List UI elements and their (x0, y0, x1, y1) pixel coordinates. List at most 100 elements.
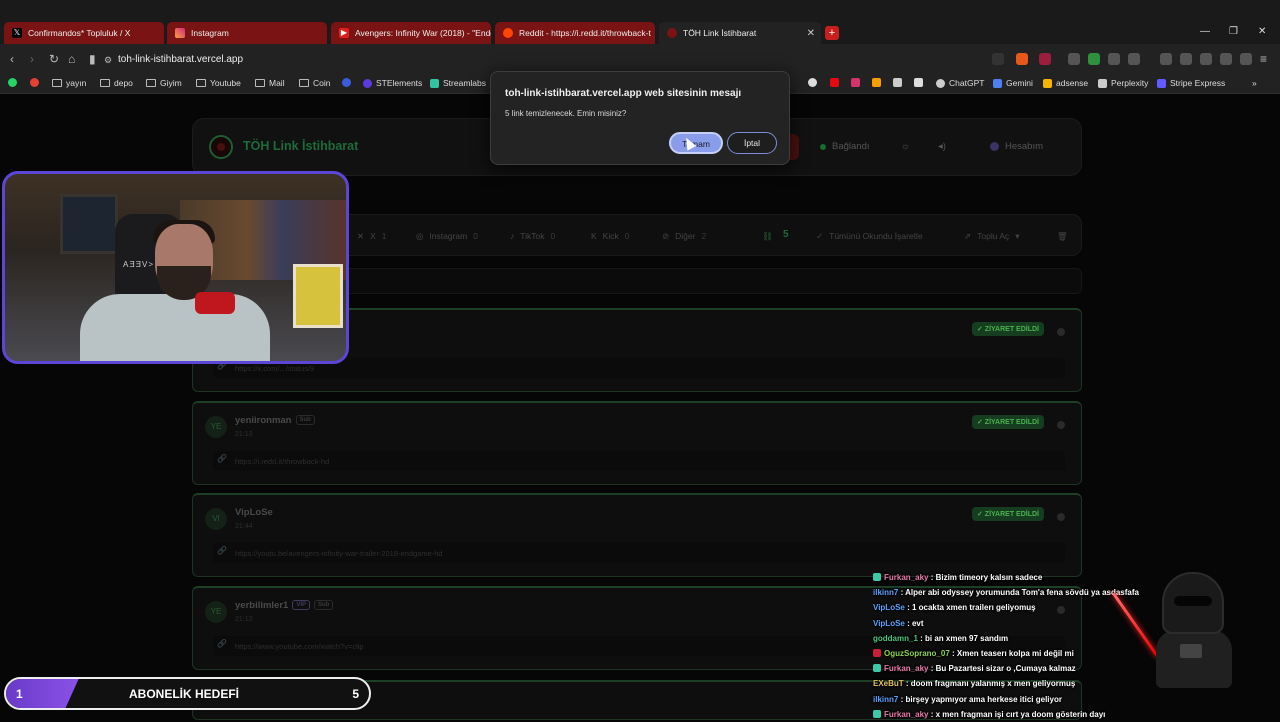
button-label: Toplu Aç (977, 231, 1010, 241)
bookmark-stelements[interactable]: STElements (363, 78, 422, 88)
bookmark-stripe[interactable]: Stripe Express (1157, 78, 1225, 88)
maximize-icon[interactable]: ❐ (1229, 26, 1238, 37)
status-dot-icon (820, 143, 826, 150)
bookmark-gemini[interactable]: Gemini (993, 78, 1033, 88)
more-bookmarks-icon[interactable]: » (1252, 78, 1257, 88)
bookmark-folder[interactable]: Coin (299, 78, 330, 88)
filter-label: Instagram (429, 231, 468, 241)
extension-icon[interactable] (1068, 53, 1080, 65)
cancel-button[interactable]: İptal (727, 132, 777, 154)
site-info-icon[interactable]: ⚙ (104, 55, 112, 66)
new-tab-button[interactable]: + (825, 26, 839, 40)
vpn-icon[interactable] (1240, 53, 1252, 65)
stelements-icon (363, 78, 372, 88)
back-icon[interactable]: ‹ (10, 52, 14, 66)
tab-x[interactable]: 𝕏 Confirmandos* Topluluk / X (4, 22, 164, 44)
forward-icon[interactable]: › (30, 52, 34, 66)
account-button[interactable]: Hesabım (990, 141, 1043, 152)
close-tab-icon[interactable]: ✕ (807, 28, 815, 39)
bookmark-icon-only[interactable] (872, 78, 881, 87)
filter-count: 0 (550, 231, 556, 241)
dismiss-icon[interactable] (1057, 328, 1065, 336)
link-url[interactable]: https://youtu.be/avengers-infinity-war-t… (213, 543, 1065, 563)
bookmark-adsense[interactable]: adsense (1043, 78, 1088, 88)
brave-shield-icon[interactable] (1016, 53, 1028, 65)
link-card[interactable]: VI VipLoSe 21:44 ✓ ZİYARET EDİLDİ https:… (192, 493, 1082, 577)
home-icon[interactable]: ⌂ (68, 52, 75, 66)
bookmark-folder[interactable]: depo (100, 78, 133, 88)
filter-tiktok[interactable]: ♪ TikTok 0 (510, 231, 555, 241)
extension-icon[interactable] (1088, 53, 1100, 65)
brand-title: TÖH Link İstihbarat (243, 139, 359, 153)
bookmark-label: depo (114, 78, 133, 88)
theme-toggle-icon[interactable]: ☼ (901, 141, 910, 152)
mark-all-read-button[interactable]: ✓ Tümünü Okundu İşaretle (816, 231, 923, 242)
bookmark-folder[interactable]: Giyim (146, 78, 182, 88)
filter-x[interactable]: ✕ X 1 (357, 231, 387, 242)
sound-icon[interactable]: ◂) (938, 141, 946, 152)
minimize-icon[interactable]: — (1200, 26, 1210, 37)
bookmark-r[interactable] (342, 78, 351, 87)
bookmark-icon-only[interactable] (830, 78, 839, 87)
perplexity-icon (1098, 78, 1107, 88)
filter-label: TikTok (520, 231, 545, 241)
chat-username: OguzSoprano_07 (884, 649, 950, 659)
bulk-open-button[interactable]: ⇗ Toplu Aç ▾ (964, 231, 1020, 242)
bookmark-app-icon (872, 78, 881, 87)
x-logo-icon: 𝕏 (12, 28, 22, 38)
sidebar-icon[interactable] (1180, 53, 1192, 65)
card-username: yeniironman Sub (235, 415, 315, 426)
google-icon (30, 78, 39, 87)
username: yerbilimler1 (235, 600, 289, 611)
filter-other[interactable]: ⊘ Diğer 2 (662, 231, 706, 242)
chrome-bookmark[interactable] (30, 78, 39, 87)
avatar: VI (205, 508, 227, 530)
media-icon[interactable] (1160, 53, 1172, 65)
card-time: 21:44 (235, 523, 253, 530)
dismiss-icon[interactable] (1057, 513, 1065, 521)
chat-text: : Bizim timeory kalsın sadece (928, 573, 1043, 582)
menu-icon[interactable]: ≡ (1260, 52, 1267, 66)
bookmark-chatgpt[interactable]: ChatGPT (936, 78, 984, 88)
external-link-icon: ⇗ (964, 231, 972, 241)
bookmark-folder[interactable]: yayın (52, 78, 86, 88)
bookmark-icon-only[interactable] (808, 78, 817, 87)
chat-message: Furkan_aky : Bizim timeory kalsın sadece (873, 570, 1173, 585)
whatsapp-bookmark[interactable] (8, 78, 17, 87)
tab-title: Avengers: Infinity War (2018) - "Endg (355, 28, 491, 38)
link-url[interactable]: https://i.redd.it/throwback-hd (213, 451, 1065, 471)
link-card[interactable]: YE yeniironman Sub 21:13 ✓ ZİYARET EDİLDİ… (192, 401, 1082, 485)
bookmark-folder[interactable]: Youtube (196, 78, 241, 88)
window-close-icon[interactable]: ✕ (1258, 26, 1266, 37)
leo-ai-icon[interactable] (1220, 53, 1232, 65)
bookmark-icon-only[interactable] (893, 78, 902, 87)
subscription-goal-bar: 1 ABONELİK HEDEFİ 5 (4, 677, 371, 710)
brave-rewards-icon[interactable] (1039, 53, 1051, 65)
visited-badge: ✓ ZİYARET EDİLDİ (971, 322, 1044, 336)
bookmark-perplexity[interactable]: Perplexity (1098, 78, 1148, 88)
ok-button[interactable]: Tamam (669, 132, 723, 154)
extension-icon[interactable] (1128, 53, 1140, 65)
wallet-icon[interactable] (1200, 53, 1212, 65)
filter-label: Diğer (675, 231, 696, 241)
goal-target: 5 (352, 687, 359, 701)
bookmark-streamlabs[interactable]: Streamlabs (430, 78, 486, 88)
bookmark-icon-only[interactable] (914, 78, 923, 87)
bookmark-folder[interactable]: Mail (255, 78, 285, 88)
bookmark-icon[interactable]: ▮ (89, 52, 96, 66)
reload-icon[interactable]: ↻ (49, 52, 59, 66)
bookmark-icon-only[interactable] (851, 78, 860, 87)
filter-instagram[interactable]: ◎ Instagram 0 (416, 231, 478, 242)
extensions-puzzle-icon[interactable] (1108, 53, 1120, 65)
bookmark-label: Youtube (210, 78, 241, 88)
tab-toh-link[interactable]: TÖH Link İstihbarat ✕ (659, 22, 821, 44)
share-icon[interactable] (992, 53, 1004, 65)
tab-instagram[interactable]: Instagram (167, 22, 327, 44)
dismiss-icon[interactable] (1057, 421, 1065, 429)
trash-icon[interactable]: 🗑 (1057, 231, 1068, 242)
tab-reddit[interactable]: Reddit - https://i.redd.it/throwback-t (495, 22, 655, 44)
address-bar[interactable]: toh-link-istihbarat.vercel.app (118, 54, 243, 65)
filter-kick[interactable]: K Kick 0 (591, 231, 629, 241)
tab-title: Reddit - https://i.redd.it/throwback-t (519, 28, 651, 38)
tab-youtube[interactable]: ▶ Avengers: Infinity War (2018) - "Endg (331, 22, 491, 44)
